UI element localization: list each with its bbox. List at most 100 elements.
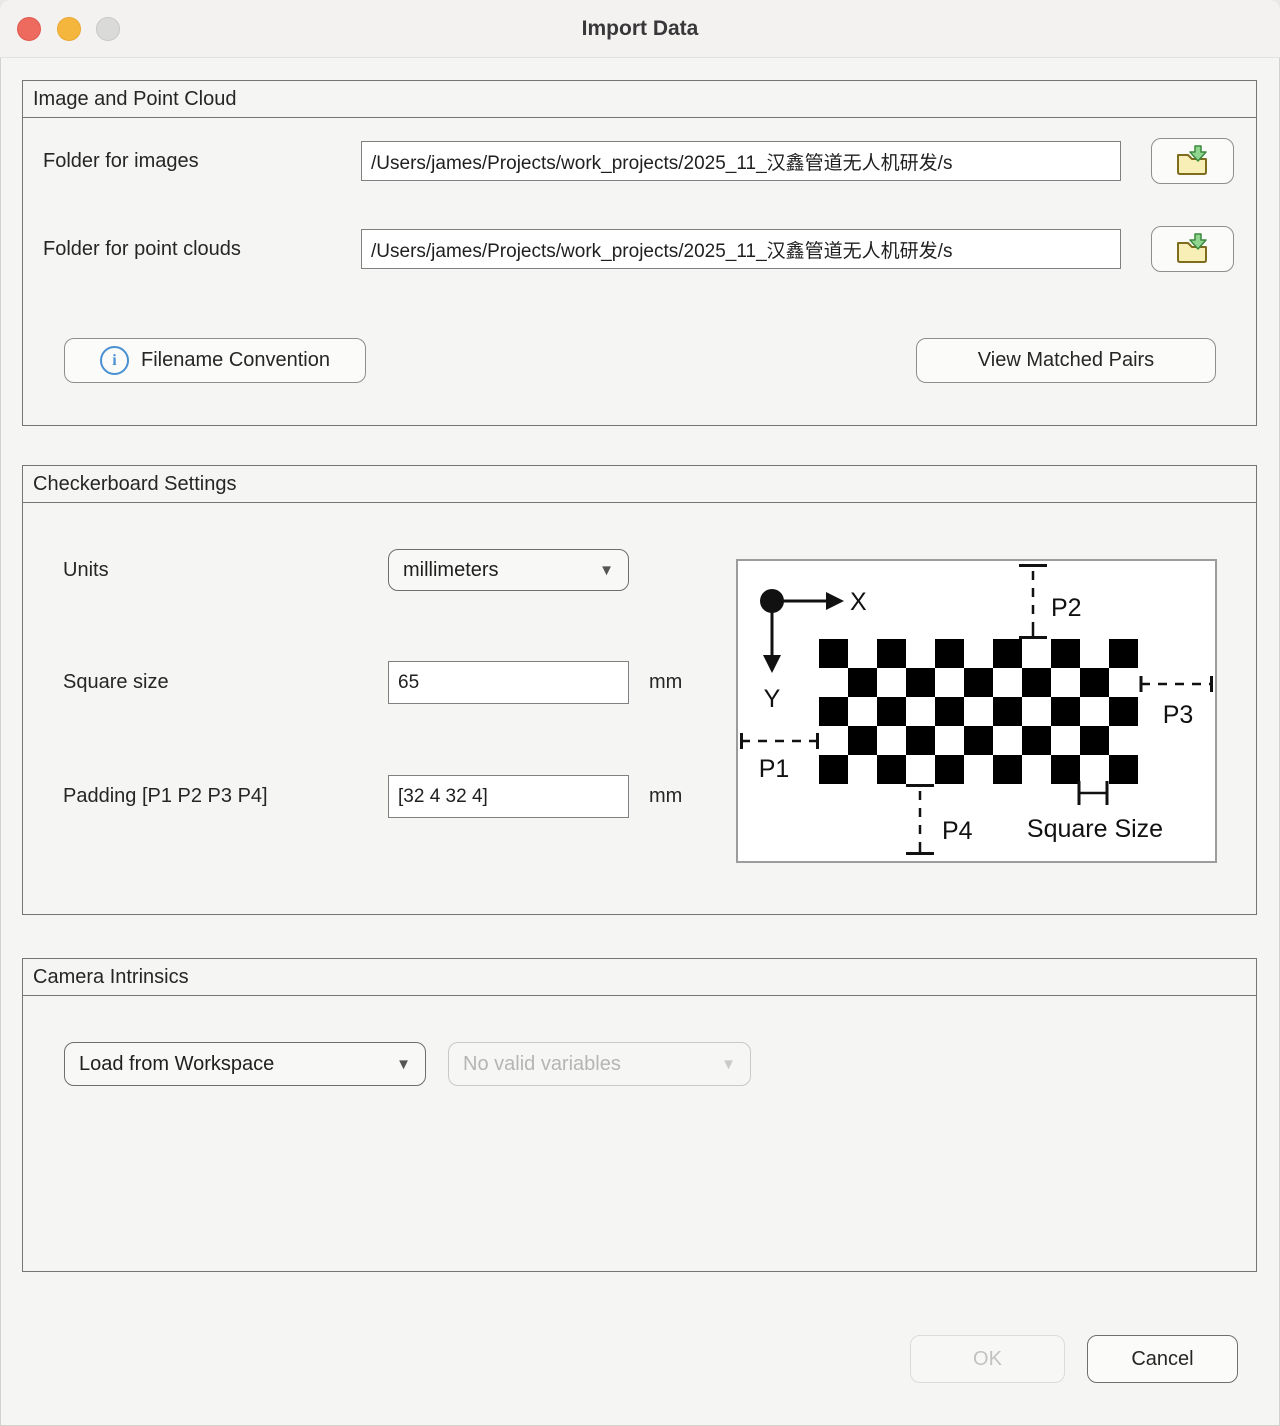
- checkerboard-cell: [819, 668, 848, 697]
- checkerboard-cell: [1022, 726, 1051, 755]
- checkerboard-cell: [993, 639, 1022, 668]
- checkerboard-cell: [1051, 668, 1080, 697]
- view-matched-pairs-button[interactable]: View Matched Pairs: [916, 338, 1216, 383]
- intrinsics-variables-value: No valid variables: [463, 1053, 621, 1076]
- folder-images-input[interactable]: [361, 141, 1121, 181]
- square-size-input[interactable]: [388, 661, 629, 704]
- padding-label: Padding [P1 P2 P3 P4]: [63, 775, 268, 818]
- checkerboard-cell: [848, 668, 877, 697]
- ok-button: OK: [910, 1335, 1065, 1383]
- window-title: Import Data: [0, 0, 1280, 57]
- checkerboard-cell: [848, 726, 877, 755]
- checkerboard-cell: [935, 726, 964, 755]
- checkerboard-cell: [848, 697, 877, 726]
- checkerboard-cell: [906, 726, 935, 755]
- units-dropdown[interactable]: millimeters ▼: [388, 549, 629, 591]
- checkerboard-cell: [1080, 755, 1109, 784]
- checkerboard-cell: [906, 755, 935, 784]
- origin-dot: [760, 589, 784, 613]
- cancel-button[interactable]: Cancel: [1087, 1335, 1238, 1383]
- checkerboard-cell: [1109, 726, 1138, 755]
- square-size-caption: Square Size: [1027, 815, 1163, 843]
- x-axis-label: X: [850, 588, 867, 616]
- checkerboard-cell: [906, 697, 935, 726]
- checkerboard-cell: [906, 668, 935, 697]
- title-bar: Import Data: [0, 0, 1280, 58]
- checkerboard-cell: [935, 639, 964, 668]
- section-title: Camera Intrinsics: [23, 959, 1256, 996]
- camera-intrinsics-section: Camera Intrinsics Load from Workspace ▼ …: [22, 958, 1257, 1272]
- checkerboard-cell: [1051, 639, 1080, 668]
- checkerboard-cell: [1109, 639, 1138, 668]
- checkerboard-cell: [935, 697, 964, 726]
- checkerboard-cell: [877, 668, 906, 697]
- checkerboard-cell: [993, 668, 1022, 697]
- intrinsics-variables-dropdown: No valid variables ▼: [448, 1042, 751, 1086]
- checkerboard-cell: [964, 726, 993, 755]
- checkerboard-cell: [819, 697, 848, 726]
- p1-label: P1: [759, 755, 790, 783]
- checkerboard-cell: [964, 697, 993, 726]
- ok-button-label: OK: [973, 1348, 1002, 1371]
- section-title: Checkerboard Settings: [23, 466, 1256, 503]
- intrinsics-source-dropdown[interactable]: Load from Workspace ▼: [64, 1042, 426, 1086]
- checkerboard-cell: [906, 639, 935, 668]
- section-title: Image and Point Cloud: [23, 81, 1256, 118]
- checkerboard-cell: [819, 639, 848, 668]
- checkerboard-cell: [1051, 726, 1080, 755]
- checkerboard-cell: [877, 726, 906, 755]
- x-axis-arrowhead: [826, 592, 844, 610]
- checkerboard-cell: [993, 755, 1022, 784]
- checkerboard-cell: [1080, 639, 1109, 668]
- chevron-down-icon: ▼: [721, 1056, 736, 1073]
- y-axis-label: Y: [764, 685, 781, 713]
- padding-unit: mm: [649, 775, 682, 818]
- checkerboard-cell: [1051, 697, 1080, 726]
- y-axis-arrowhead: [763, 655, 781, 673]
- checkerboard-cell: [1022, 755, 1051, 784]
- filename-convention-label: Filename Convention: [141, 349, 330, 372]
- chevron-down-icon: ▼: [396, 1056, 411, 1073]
- browse-pointclouds-button[interactable]: [1151, 226, 1234, 272]
- checkerboard-cell: [1022, 668, 1051, 697]
- padding-input[interactable]: [388, 775, 629, 818]
- checkerboard-cell: [1109, 697, 1138, 726]
- checkerboard-cell: [1022, 697, 1051, 726]
- chevron-down-icon: ▼: [599, 562, 614, 579]
- checkerboard-cell: [819, 726, 848, 755]
- checkerboard-cell: [964, 668, 993, 697]
- checkerboard-cell: [1080, 726, 1109, 755]
- view-matched-pairs-label: View Matched Pairs: [978, 349, 1154, 372]
- checkerboard-cell: [848, 755, 877, 784]
- image-point-cloud-section: Image and Point Cloud Folder for images …: [22, 80, 1257, 426]
- filename-convention-button[interactable]: i Filename Convention: [64, 338, 366, 383]
- open-folder-icon: [1175, 233, 1211, 265]
- p3-label: P3: [1163, 701, 1194, 729]
- checkerboard-cell: [964, 755, 993, 784]
- checkerboard-cell: [877, 755, 906, 784]
- square-size-unit: mm: [649, 661, 682, 704]
- checkerboard-cell: [848, 639, 877, 668]
- checkerboard-cell: [993, 697, 1022, 726]
- checkerboard-cell: [877, 697, 906, 726]
- checkerboard-cell: [1109, 755, 1138, 784]
- checkerboard-cell: [935, 755, 964, 784]
- square-size-label: Square size: [63, 661, 169, 704]
- checkerboard-settings-section: Checkerboard Settings Units millimeters …: [22, 465, 1257, 915]
- intrinsics-source-value: Load from Workspace: [79, 1053, 274, 1076]
- open-folder-icon: [1175, 145, 1211, 177]
- checkerboard-cell: [877, 639, 906, 668]
- browse-images-button[interactable]: [1151, 138, 1234, 184]
- checkerboard-cell: [993, 726, 1022, 755]
- folder-pointclouds-label: Folder for point clouds: [43, 229, 241, 269]
- checkerboard-cell: [1109, 668, 1138, 697]
- checkerboard-cell: [819, 755, 848, 784]
- checkerboard-cell: [935, 668, 964, 697]
- folder-images-label: Folder for images: [43, 141, 199, 181]
- checkerboard-grid: [819, 639, 1138, 784]
- checkerboard-cell: [1022, 639, 1051, 668]
- units-dropdown-value: millimeters: [403, 559, 499, 582]
- checkerboard-cell: [964, 639, 993, 668]
- folder-pointclouds-input[interactable]: [361, 229, 1121, 269]
- checkerboard-cell: [1080, 668, 1109, 697]
